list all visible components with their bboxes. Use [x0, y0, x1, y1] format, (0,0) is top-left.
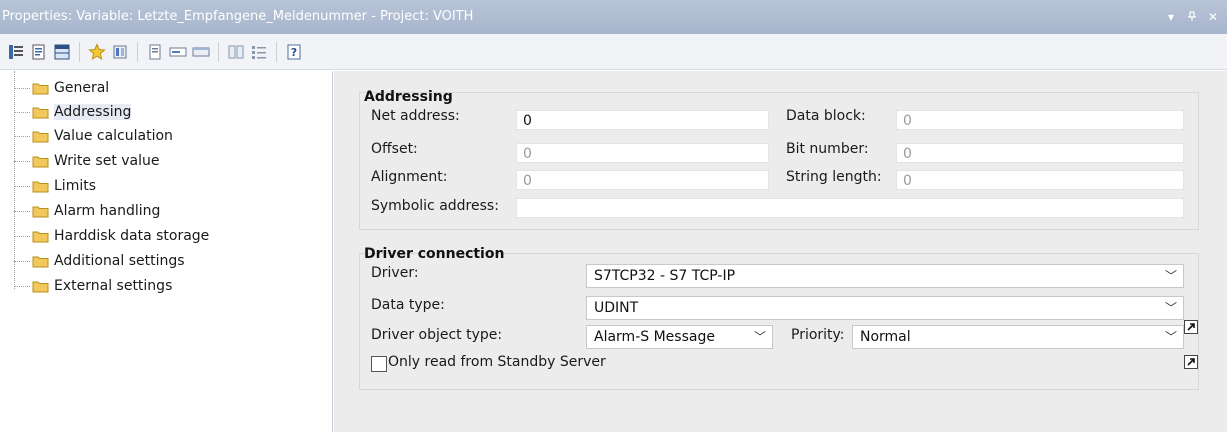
folder-icon	[32, 181, 49, 192]
net-address-field[interactable]: 0	[516, 110, 769, 130]
folder-icon	[32, 131, 49, 142]
window-icon[interactable]	[191, 42, 211, 62]
field-icon[interactable]	[168, 42, 188, 62]
priority-select[interactable]: Normal ﹀	[852, 325, 1184, 349]
data-type-select-value: UDINT	[594, 300, 639, 316]
offset-label: Offset:	[371, 141, 418, 157]
columns-icon[interactable]	[226, 42, 246, 62]
favorite-star-icon[interactable]	[87, 42, 107, 62]
tree-item-harddisk-data-storage[interactable]: Harddisk data storage	[14, 224, 209, 248]
tree-item-additional-settings[interactable]: Additional settings	[14, 249, 185, 273]
string-length-label: String length:	[786, 169, 882, 185]
driver-object-type-select[interactable]: Alarm-S Message ﹀	[586, 325, 773, 349]
chevron-down-icon[interactable]: ﹀	[754, 326, 766, 348]
driver-select[interactable]: S7TCP32 - S7 TCP-IP ﹀	[586, 264, 1184, 288]
driver-object-type-select-value: Alarm-S Message	[594, 329, 715, 345]
window-controls: ▾ ✕	[1165, 0, 1219, 34]
folder-icon	[32, 83, 49, 94]
tree-item-addressing[interactable]: Addressing	[14, 100, 132, 124]
folder-icon	[32, 107, 49, 118]
priority-label: Priority:	[791, 327, 845, 343]
book-icon[interactable]	[110, 42, 130, 62]
svg-text:?: ?	[291, 46, 297, 59]
alignment-label: Alignment:	[371, 169, 448, 185]
addressing-title: Addressing	[364, 89, 453, 105]
tree-item-alarm-handling[interactable]: Alarm handling	[14, 199, 160, 223]
tree-item-label: External settings	[54, 278, 173, 294]
standby-checkbox[interactable]	[371, 356, 387, 372]
priority-select-value: Normal	[860, 329, 911, 345]
toolbar: ?	[0, 34, 1227, 70]
list-view-icon[interactable]	[6, 42, 26, 62]
tree-item-label: Harddisk data storage	[54, 228, 210, 244]
chevron-down-icon[interactable]: ﹀	[1165, 297, 1177, 319]
folder-icon	[32, 281, 49, 292]
tree-item-label: Limits	[54, 178, 96, 194]
tree-item-label: Addressing	[54, 104, 132, 120]
symbolic-address-field[interactable]	[516, 198, 1184, 218]
dropdown-icon[interactable]: ▾	[1165, 0, 1177, 34]
toolbar-separator	[79, 41, 80, 62]
offset-field[interactable]: 0	[516, 143, 769, 163]
tree-item-limits[interactable]: Limits	[14, 174, 96, 198]
folder-icon	[32, 206, 49, 217]
toolbar-separator	[218, 41, 219, 62]
bullet-list-icon[interactable]	[249, 42, 269, 62]
driver-connection-title: Driver connection	[364, 246, 505, 262]
data-block-field[interactable]: 0	[896, 110, 1184, 130]
chevron-down-icon[interactable]: ﹀	[1165, 326, 1177, 348]
tree-item-label: Alarm handling	[54, 203, 161, 219]
driver-object-type-label: Driver object type:	[371, 327, 503, 343]
tree-item-label: Value calculation	[54, 128, 173, 144]
help-icon[interactable]: ?	[284, 42, 304, 62]
bit-number-label: Bit number:	[786, 141, 869, 157]
data-block-label: Data block:	[786, 108, 866, 124]
chevron-down-icon[interactable]: ﹀	[1165, 265, 1177, 287]
tree-item-label: Write set value	[54, 153, 160, 169]
grid-icon[interactable]	[52, 42, 72, 62]
standby-label: Only read from Standby Server	[388, 354, 606, 370]
page-icon[interactable]	[145, 42, 165, 62]
data-type-select[interactable]: UDINT ﹀	[586, 296, 1184, 320]
tree-item-label: Additional settings	[54, 253, 185, 269]
bit-number-field[interactable]: 0	[896, 143, 1184, 163]
alignment-field[interactable]: 0	[516, 170, 769, 190]
net-address-label: Net address:	[371, 108, 460, 124]
tree-item-write-set-value[interactable]: Write set value	[14, 149, 160, 173]
folder-icon	[32, 156, 49, 167]
tree-item-general[interactable]: General	[14, 76, 109, 100]
tree-item-label: General	[54, 80, 110, 96]
toolbar-separator	[276, 41, 277, 62]
string-length-field[interactable]: 0	[896, 170, 1184, 190]
properties-icon[interactable]	[29, 42, 49, 62]
symbolic-address-label: Symbolic address:	[371, 198, 499, 214]
toolbar-separator	[137, 41, 138, 62]
tree-item-value-calculation[interactable]: Value calculation	[14, 124, 173, 148]
driver-label: Driver:	[371, 265, 419, 281]
driver-select-value: S7TCP32 - S7 TCP-IP	[594, 268, 736, 284]
standby-dynamize-icon[interactable]	[1184, 355, 1198, 369]
pin-icon[interactable]	[1186, 0, 1198, 34]
window-title: Properties: Variable: Letzte_Empfangene_…	[2, 9, 474, 24]
folder-icon	[32, 256, 49, 267]
tree-item-external-settings[interactable]: External settings	[14, 274, 172, 298]
priority-dynamize-icon[interactable]	[1184, 320, 1198, 334]
folder-icon	[32, 231, 49, 242]
close-icon[interactable]: ✕	[1207, 0, 1219, 34]
data-type-label: Data type:	[371, 297, 445, 313]
window-title-bar: Properties: Variable: Letzte_Empfangene_…	[0, 0, 1227, 34]
